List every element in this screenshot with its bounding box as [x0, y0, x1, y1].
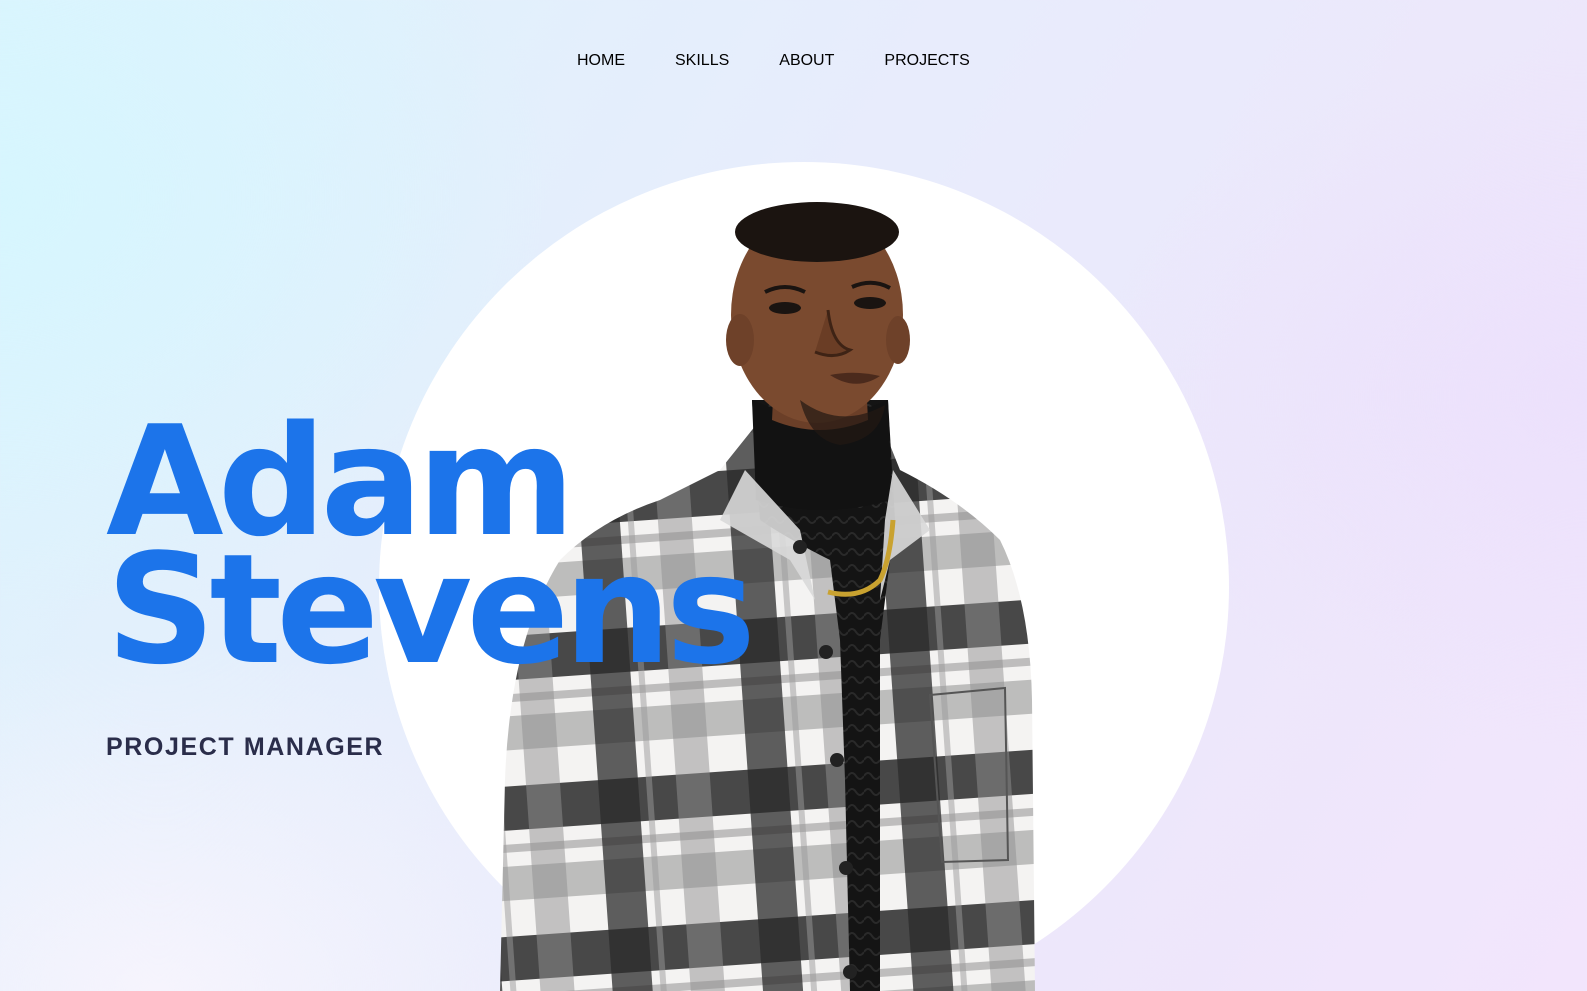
nav-projects-link[interactable]: PROJECTS [884, 52, 969, 70]
main-nav: HOME SKILLS ABOUT PROJECTS [0, 52, 1587, 82]
nav-about-link[interactable]: ABOUT [779, 52, 834, 70]
nav-links: HOME SKILLS ABOUT PROJECTS [577, 52, 970, 70]
nav-home-link[interactable]: HOME [577, 52, 625, 70]
nav-skills-link[interactable]: SKILLS [675, 52, 729, 70]
hero-last-name: Stevens [106, 521, 756, 698]
hero-role: PROJECT MANAGER [106, 733, 385, 761]
hero-name: Adam Stevens [106, 406, 756, 698]
